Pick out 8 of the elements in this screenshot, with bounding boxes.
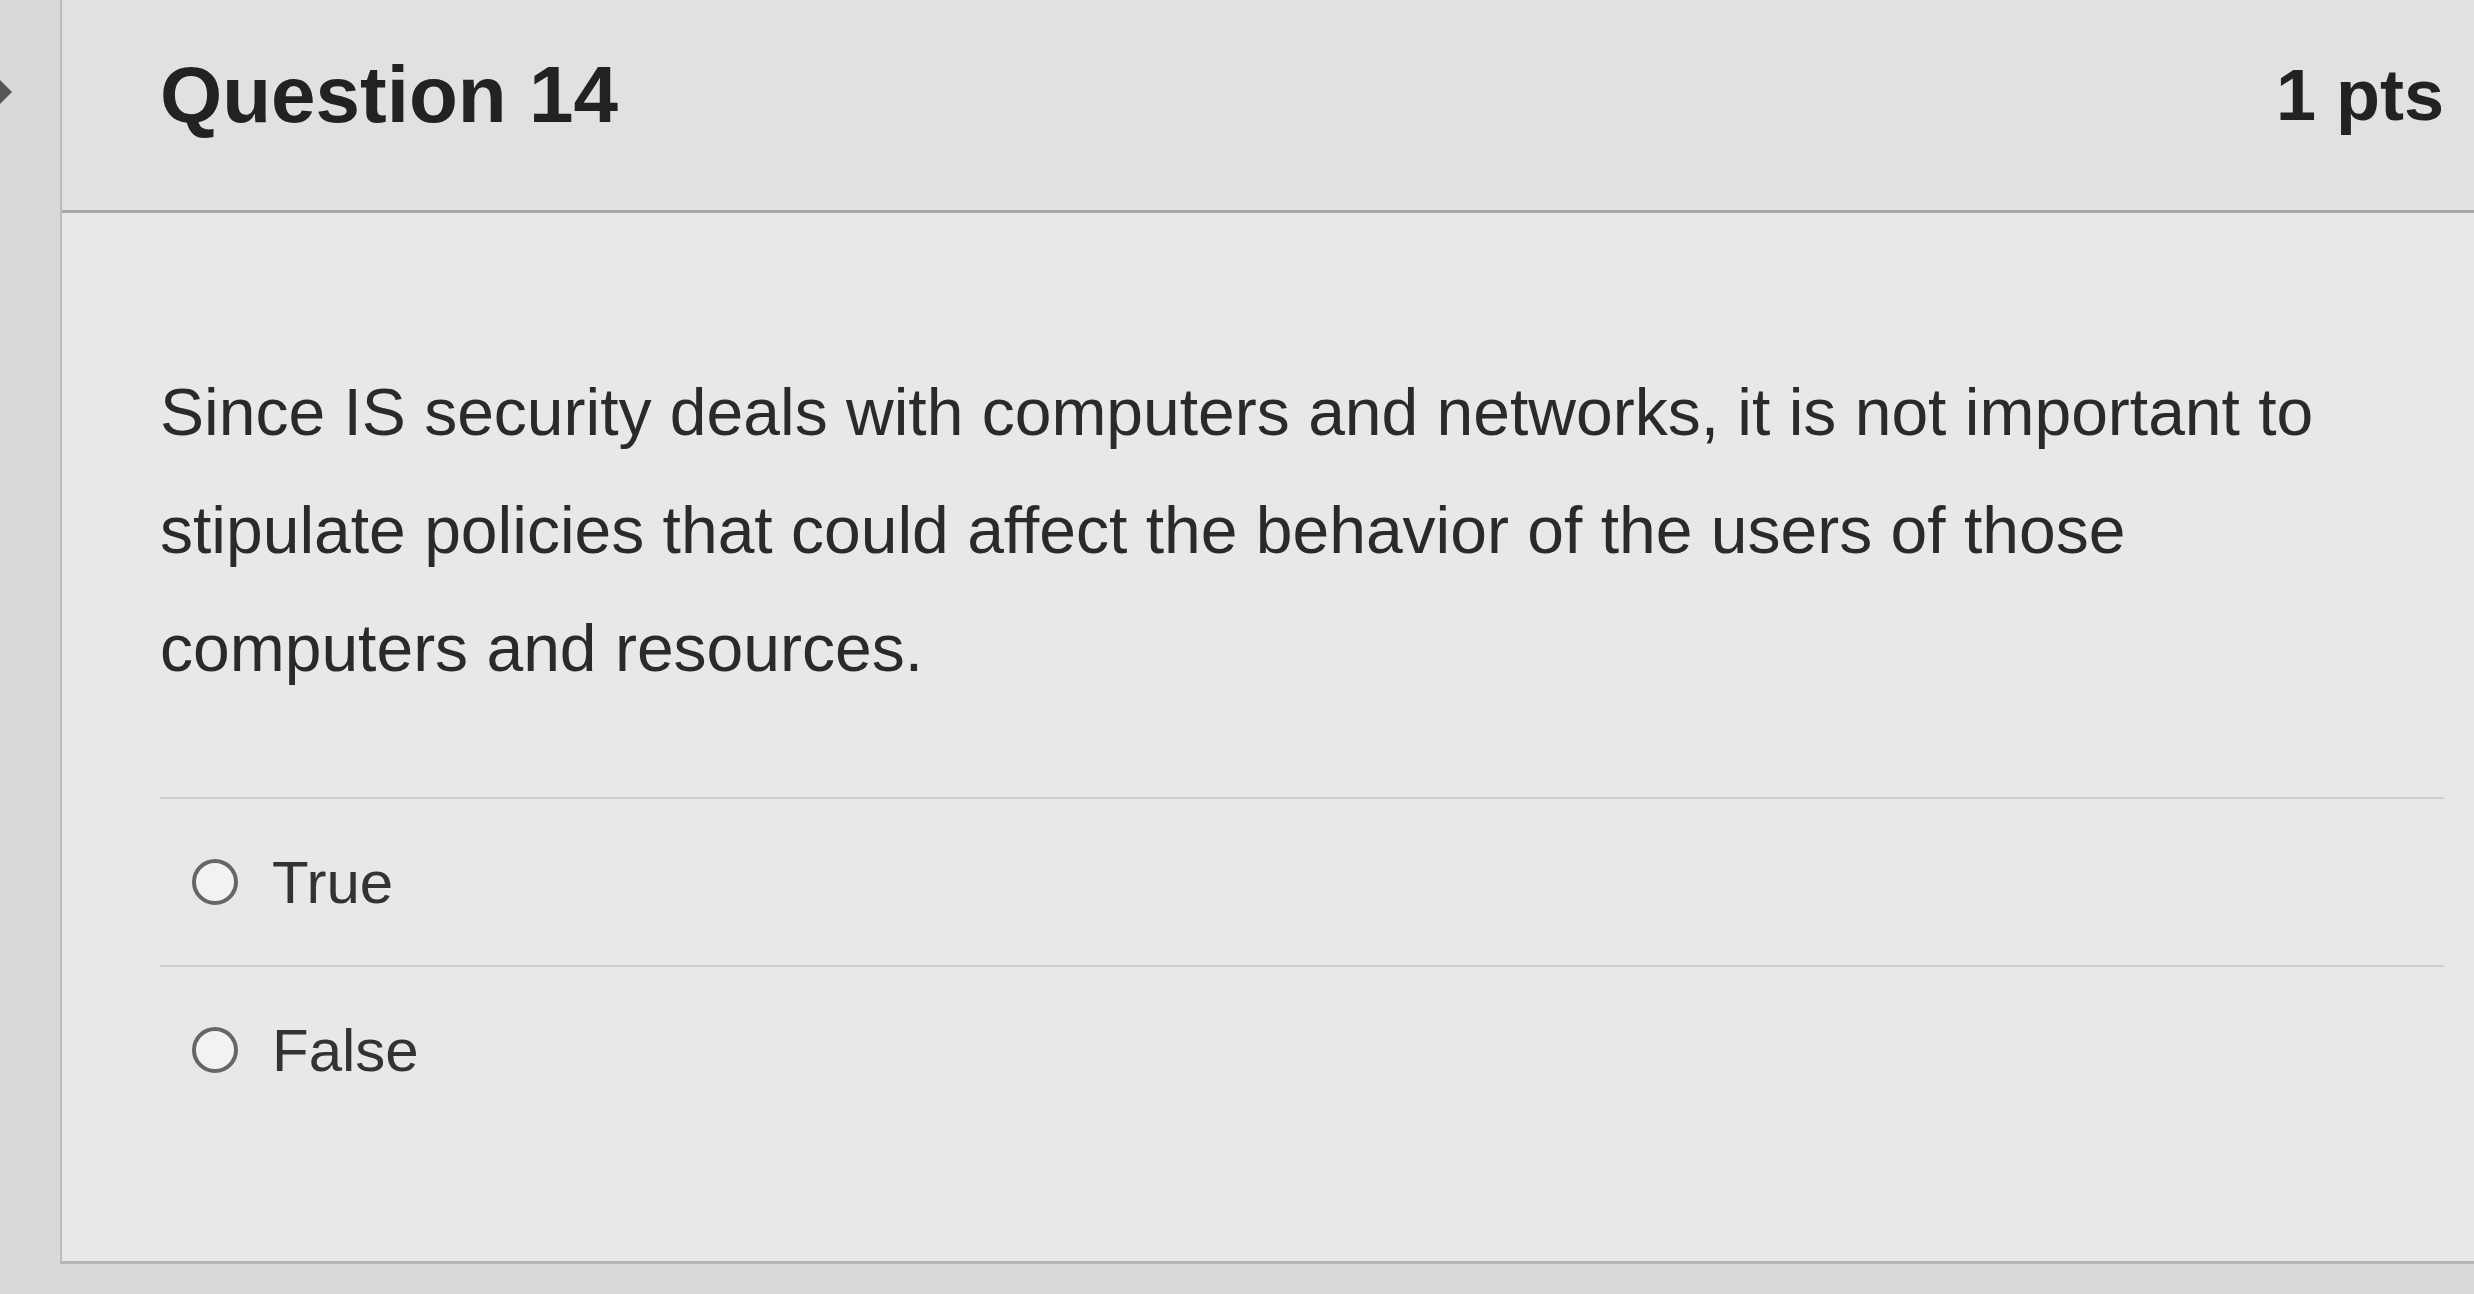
question-title: Question 14 xyxy=(160,49,618,141)
question-points: 1 pts xyxy=(2275,54,2444,136)
radio-button[interactable] xyxy=(192,1027,238,1073)
answer-label[interactable]: True xyxy=(272,847,394,917)
question-text: Since IS security deals with computers and networks, it is not important to stipulate policies that could affect the behavior of the users of those computers and resources. xyxy=(160,374,2315,687)
answer-label[interactable]: False xyxy=(272,1015,419,1085)
arrow-icon xyxy=(0,80,12,104)
radio-button[interactable] xyxy=(192,859,238,905)
